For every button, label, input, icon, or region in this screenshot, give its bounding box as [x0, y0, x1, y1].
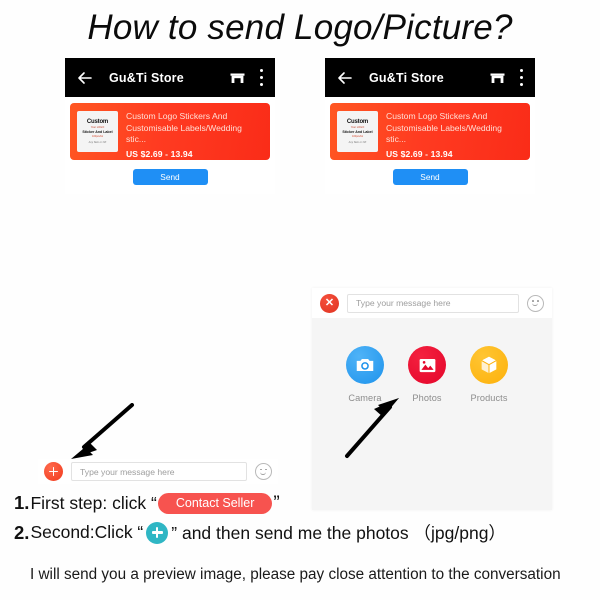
- thumb-line-4: 100pcs/lot: [352, 134, 363, 138]
- instruction-list: 1. First step: click “ Contact Seller ” …: [14, 492, 594, 545]
- pointer-arrow-to-plus: [66, 403, 136, 466]
- product-card[interactable]: Custom Your LOGO Sticker And Label 100pc…: [70, 103, 270, 160]
- product-info: Custom Logo Stickers And Customisable La…: [386, 111, 523, 159]
- attachment-option-camera[interactable]: Camera: [334, 346, 396, 403]
- storefront-icon[interactable]: [229, 69, 246, 86]
- send-button[interactable]: Send: [392, 169, 468, 185]
- app-header: Gu&Ti Store: [325, 58, 535, 97]
- footer-note: I will send you a preview image, please …: [30, 566, 561, 583]
- step-number: 2.: [14, 521, 30, 543]
- back-arrow-icon[interactable]: [335, 68, 355, 88]
- plus-icon[interactable]: [44, 462, 63, 481]
- send-button[interactable]: Send: [132, 169, 208, 185]
- chat-body: Custom Your LOGO Sticker And Label 100pc…: [325, 97, 535, 194]
- step-number: 1.: [14, 492, 30, 513]
- overflow-menu-icon[interactable]: [259, 69, 263, 86]
- thumb-line-1: Custom: [346, 118, 369, 125]
- store-name: Gu&Ti Store: [109, 70, 184, 85]
- instruction-step-2: 2. Second:Click “ ” and then send me the…: [14, 520, 594, 545]
- smiley-icon[interactable]: [527, 294, 544, 312]
- product-thumbnail: Custom Your LOGO Sticker And Label 100pc…: [337, 111, 378, 152]
- send-row: Send: [70, 160, 270, 194]
- storefront-icon[interactable]: [489, 69, 506, 86]
- step-text-after: ” and then send me the photos （jpg/png）: [171, 523, 506, 543]
- close-icon[interactable]: ✕: [320, 293, 339, 313]
- overflow-menu-icon[interactable]: [519, 69, 523, 86]
- product-name: Custom Logo Stickers And Customisable La…: [126, 111, 242, 144]
- tutorial-infographic: How to send Logo/Picture? Gu&Ti Store Cu…: [0, 0, 600, 600]
- attachment-option-products[interactable]: Products: [458, 346, 520, 403]
- thumb-line-2: Your LOGO: [350, 126, 365, 130]
- send-row: Send: [330, 160, 530, 194]
- step-text-after: ”: [273, 492, 280, 514]
- thumb-line-2: Your LOGO: [90, 126, 105, 130]
- step-text-before: First step: click “: [30, 492, 157, 513]
- message-input[interactable]: Type your message here: [347, 293, 519, 313]
- store-name: Gu&Ti Store: [369, 70, 444, 85]
- app-header: Gu&Ti Store: [65, 58, 275, 97]
- plus-icon[interactable]: [146, 521, 169, 544]
- thumb-line-4: 100pcs/lot: [92, 134, 103, 138]
- attachment-options: Camera Photos Products: [312, 318, 552, 403]
- product-info: Custom Logo Stickers And Customisable La…: [126, 111, 263, 159]
- attachment-label: Products: [470, 393, 508, 403]
- pointer-arrow-to-photos: [343, 396, 405, 465]
- product-card[interactable]: Custom Your LOGO Sticker And Label 100pc…: [330, 103, 530, 160]
- photo-icon: [408, 346, 446, 384]
- phone-mockup-2: Gu&Ti Store Custom Your LOGO Sticker And…: [325, 58, 535, 194]
- phone-mockup-1: Gu&Ti Store Custom Your LOGO Sticker And…: [65, 58, 275, 194]
- instruction-step-1: 1. First step: click “ Contact Seller ”: [14, 492, 594, 514]
- product-price: US $2.69 - 13.94: [386, 148, 453, 159]
- attachment-label: Photos: [412, 393, 442, 403]
- chat-body: Custom Your LOGO Sticker And Label 100pc…: [65, 97, 275, 194]
- camera-icon: [346, 346, 384, 384]
- contact-seller-button[interactable]: Contact Seller: [157, 492, 273, 514]
- message-input-bar: ✕ Type your message here: [312, 288, 552, 318]
- product-price: US $2.69 - 13.94: [126, 148, 193, 159]
- package-icon: [470, 346, 508, 384]
- attachment-option-photos[interactable]: Photos: [396, 346, 458, 403]
- thumb-line-5: Any Size or OK: [348, 140, 367, 144]
- thumb-line-1: Custom: [86, 118, 109, 125]
- product-thumbnail: Custom Your LOGO Sticker And Label 100pc…: [77, 111, 118, 152]
- page-title: How to send Logo/Picture?: [87, 8, 513, 47]
- step-text-before: Second:Click “: [30, 522, 144, 542]
- smiley-icon[interactable]: [255, 463, 272, 480]
- thumb-line-5: Any Size or OK: [88, 140, 107, 144]
- product-name: Custom Logo Stickers And Customisable La…: [386, 111, 502, 144]
- back-arrow-icon[interactable]: [75, 68, 95, 88]
